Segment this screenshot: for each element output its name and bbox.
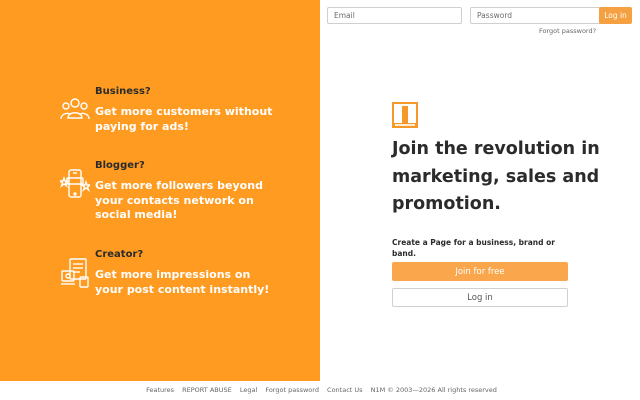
hero-headline: Join the revolution in marketing, sales … [392,139,600,214]
footer: Features REPORT ABUSE Legal Forgot passw… [0,381,640,400]
password-field[interactable] [470,7,605,24]
create-page-text: Create a Page for a business, brand or b… [392,238,555,258]
people-group-icon [60,98,90,120]
feature-title: Blogger? [95,160,145,171]
feature-description: Get more impressions on your post conten… [95,268,270,296]
feature-description: Get more customers without paying for ad… [95,105,273,133]
footer-link-report-abuse[interactable]: REPORT ABUSE [182,386,232,394]
feature-title: Creator? [95,249,144,260]
footer-link-features[interactable]: Features [146,386,174,394]
n1m-logo-icon [392,102,418,128]
email-field[interactable] [327,7,462,24]
hero-login-button[interactable]: Log in [392,288,568,307]
footer-link-contact-us[interactable]: Contact Us [327,386,363,394]
login-button[interactable]: Log in [599,7,632,24]
forgot-password-link[interactable]: Forgot password? [539,27,596,35]
feature-description: Get more followers beyond your contacts … [95,179,263,221]
smartphone-stars-icon [60,169,90,198]
creator-devices-icon [61,258,89,288]
copyright-text: N1M © 2003—2026 All rights reserved [370,386,497,394]
feature-title: Business? [95,86,151,97]
footer-link-forgot-password[interactable]: Forgot password [265,386,319,394]
join-for-free-button[interactable]: Join for free [392,262,568,281]
footer-link-legal[interactable]: Legal [240,386,257,394]
features-panel: Business? Get more customers without pay… [0,0,320,381]
login-form: Log in Forgot password? [327,7,637,37]
